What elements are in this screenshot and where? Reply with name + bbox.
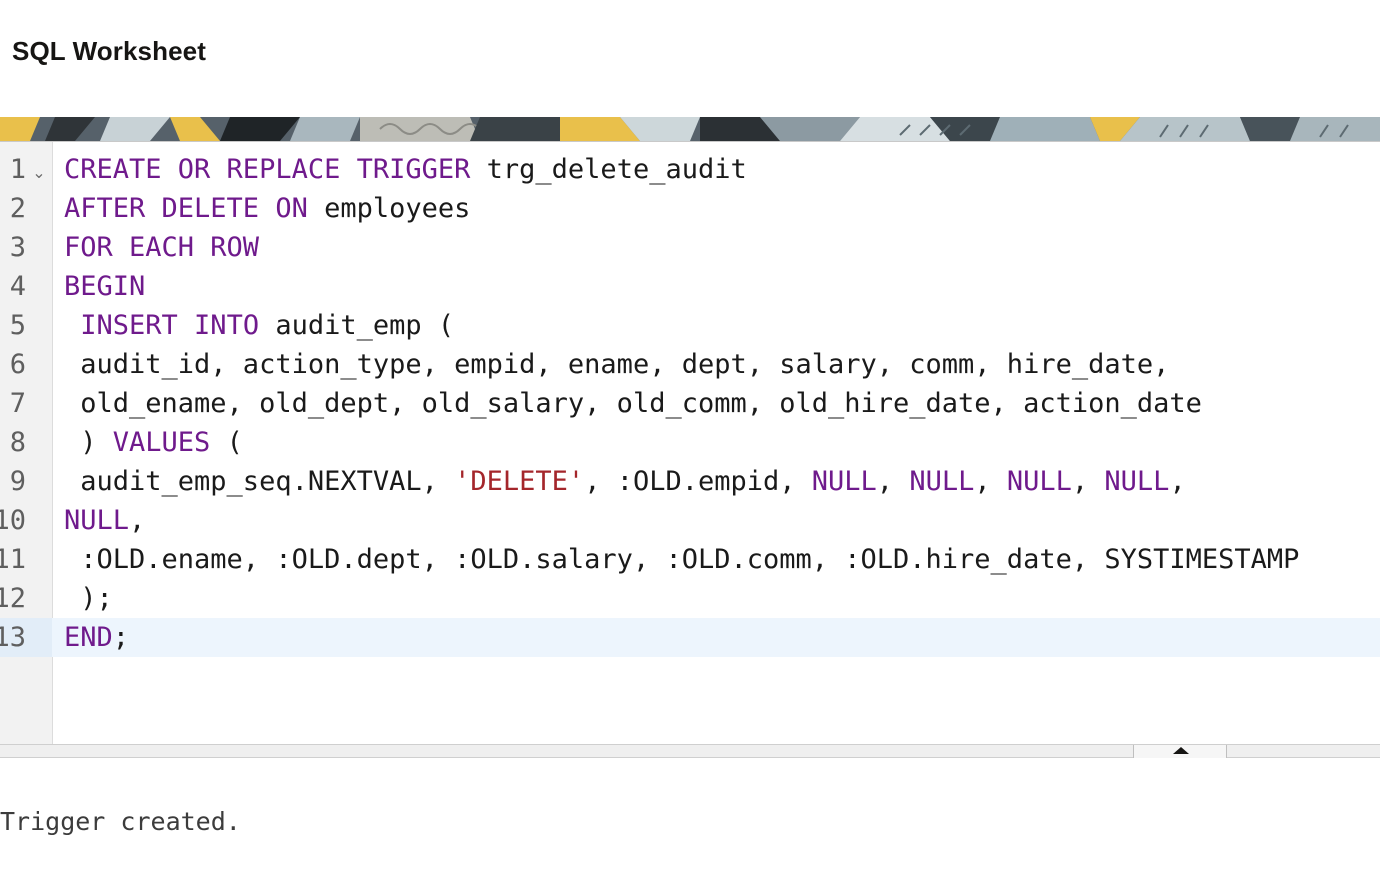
sql-keyword: VALUES xyxy=(112,427,211,458)
sql-keyword: FOR EACH ROW xyxy=(64,232,260,263)
line-number: 5 xyxy=(9,310,26,341)
sql-text: ); xyxy=(64,583,113,614)
sql-keyword: AFTER DELETE ON xyxy=(64,193,308,224)
sql-text: old_ename, old_dept, old_salary, old_com… xyxy=(64,388,1202,419)
sql-text: , xyxy=(129,505,146,536)
sql-text: , xyxy=(876,466,910,497)
code-line[interactable]: BEGIN xyxy=(64,267,145,306)
sql-text: ) xyxy=(64,427,113,458)
active-line-highlight xyxy=(52,618,1380,657)
output-message: Trigger created. xyxy=(0,807,241,836)
sql-keyword: NULL xyxy=(909,466,975,497)
line-number: 1 xyxy=(9,154,26,185)
decorative-banner xyxy=(0,117,1380,141)
line-number: 3 xyxy=(9,232,26,263)
sql-text: , :OLD.empid, xyxy=(584,466,812,497)
code-line[interactable]: FOR EACH ROW xyxy=(64,228,259,267)
line-number: 9 xyxy=(9,466,26,497)
banner-pattern xyxy=(0,117,1380,141)
line-number: 2 xyxy=(9,193,26,224)
sql-keyword: END xyxy=(64,622,113,653)
line-number: 8 xyxy=(9,427,26,458)
sql-keyword: NULL xyxy=(1104,466,1170,497)
sql-text: , xyxy=(1071,466,1105,497)
line-number: 10 xyxy=(0,505,26,536)
chevron-down-icon[interactable]: ⌄ xyxy=(32,150,46,189)
line-number: 11 xyxy=(0,544,26,575)
code-editor[interactable]: 1 ⌄ CREATE OR REPLACE TRIGGER trg_delete_a… xyxy=(0,141,1380,745)
line-number: 7 xyxy=(9,388,26,419)
sql-text: , xyxy=(974,466,1007,497)
code-line[interactable]: ) VALUES ( xyxy=(64,423,243,462)
line-number: 12 xyxy=(0,583,26,614)
sql-keyword: NULL xyxy=(64,505,130,536)
sql-keyword: CREATE OR REPLACE TRIGGER xyxy=(64,154,471,185)
code-line[interactable]: CREATE OR REPLACE TRIGGER trg_delete_aud… xyxy=(64,150,747,189)
script-output-panel: Trigger created. xyxy=(0,758,1380,877)
code-line[interactable]: NULL, xyxy=(64,501,145,540)
sql-keyword: BEGIN xyxy=(64,271,146,302)
line-number: 6 xyxy=(9,349,26,380)
sql-text: trg_delete_audit xyxy=(470,154,747,185)
caret-up-icon xyxy=(1173,747,1189,754)
sql-text: , xyxy=(1169,466,1186,497)
code-line[interactable]: :OLD.ename, :OLD.dept, :OLD.salary, :OLD… xyxy=(64,540,1299,579)
code-line[interactable]: audit_id, action_type, empid, ename, dep… xyxy=(64,345,1169,384)
code-line[interactable]: old_ename, old_dept, old_salary, old_com… xyxy=(64,384,1202,423)
page-title: SQL Worksheet xyxy=(12,36,206,66)
code-line[interactable]: audit_emp_seq.NEXTVAL, 'DELETE', :OLD.em… xyxy=(64,462,1186,501)
sql-text: ( xyxy=(210,427,243,458)
sql-keyword: INSERT INTO xyxy=(80,310,260,341)
code-line[interactable]: END; xyxy=(64,618,129,657)
sql-text: employees xyxy=(307,193,471,224)
sql-string: 'DELETE' xyxy=(454,466,585,497)
line-number: 13 xyxy=(0,622,26,653)
sql-text: audit_emp ( xyxy=(259,310,455,341)
sql-text: audit_emp_seq.NEXTVAL, xyxy=(64,466,455,497)
code-line[interactable]: INSERT INTO audit_emp ( xyxy=(64,306,454,345)
line-number: 4 xyxy=(9,271,26,302)
sql-text: audit_id, action_type, empid, ename, dep… xyxy=(64,349,1170,380)
splitter-toggle-button[interactable] xyxy=(1133,745,1227,758)
sql-keyword: NULL xyxy=(1006,466,1072,497)
worksheet-header: SQL Worksheet xyxy=(0,0,1380,117)
sql-keyword: NULL xyxy=(811,466,877,497)
code-line[interactable]: AFTER DELETE ON employees xyxy=(64,189,470,228)
pane-splitter[interactable] xyxy=(0,744,1380,758)
sql-text: ; xyxy=(112,622,130,653)
sql-text: :OLD.ename, :OLD.dept, :OLD.salary, :OLD… xyxy=(64,544,1300,575)
code-line[interactable]: ); xyxy=(64,579,113,618)
